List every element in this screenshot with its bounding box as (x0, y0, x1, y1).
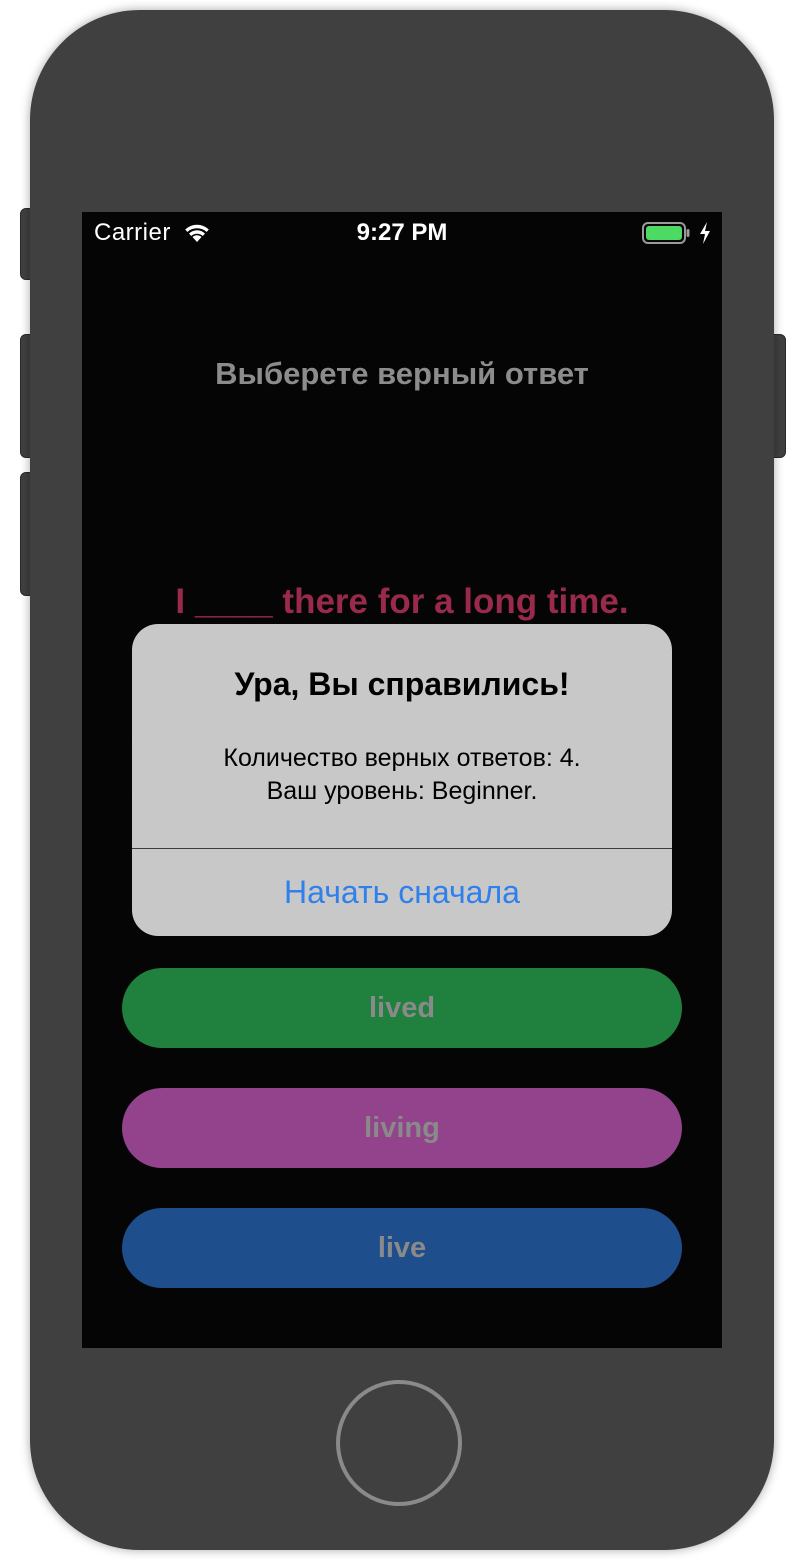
question-text: I ____ there for a long time. (175, 582, 629, 621)
answer-button-lived[interactable]: lived (122, 968, 682, 1048)
battery-icon (642, 222, 690, 244)
home-button[interactable] (336, 1380, 462, 1506)
power-button (772, 334, 786, 458)
restart-button[interactable]: Начать сначала (132, 849, 672, 936)
prompt-title: Выберете верный ответ (215, 356, 589, 391)
alert-message-line-2: Ваш уровень: Beginner. (266, 777, 538, 805)
alert-title: Ура, Вы справились! (234, 666, 570, 702)
alert-message-line-1: Количество верных ответов: 4. (223, 744, 581, 772)
app-screen: Carrier 9:27 PM Выберете верный ответ I … (82, 212, 722, 1348)
charging-bolt-icon (700, 222, 710, 244)
answer-button-living[interactable]: living (122, 1088, 682, 1168)
result-alert: Ура, Вы справились! Количество верных от… (132, 624, 672, 936)
alert-message: Количество верных ответов: 4. Ваш уровен… (132, 742, 672, 808)
status-time: 9:27 PM (356, 219, 448, 246)
status-bar: Carrier 9:27 PM (82, 212, 722, 252)
answer-button-live[interactable]: live (122, 1208, 682, 1288)
